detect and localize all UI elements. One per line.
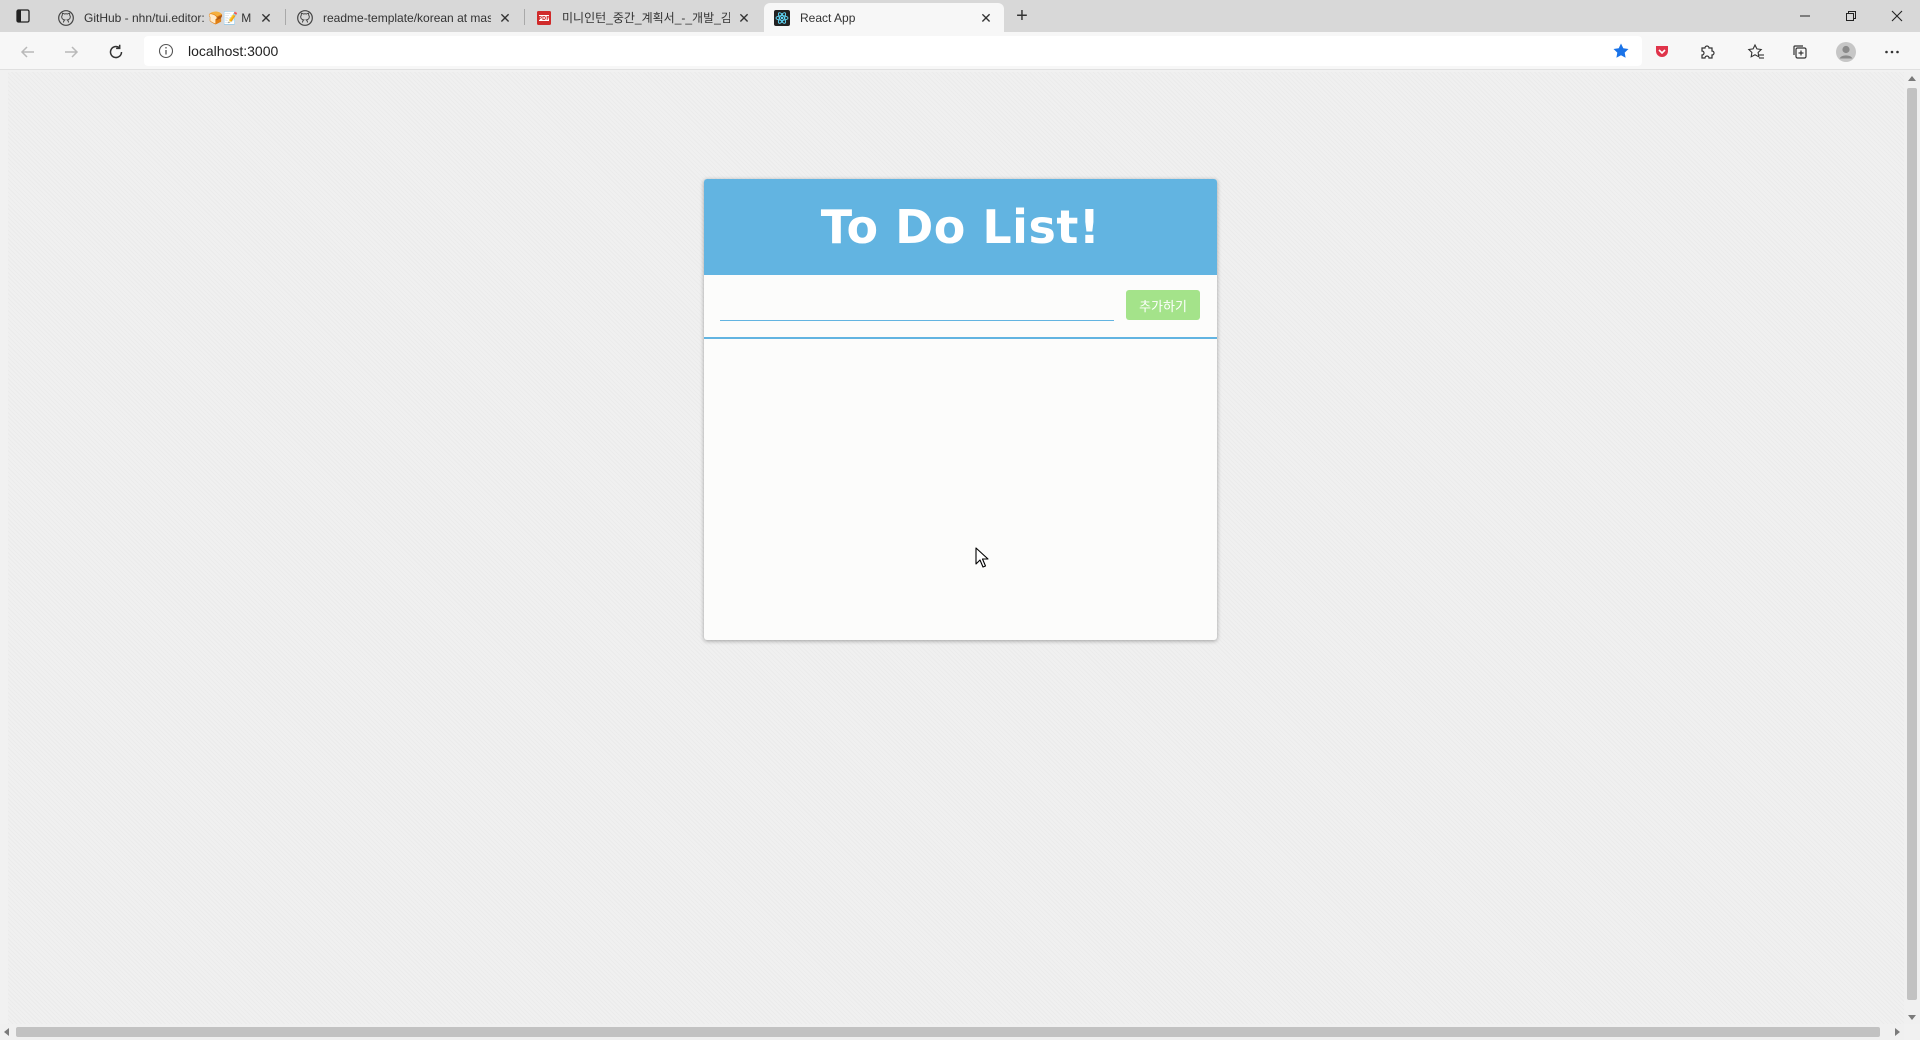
favorites-icon[interactable]: [1745, 41, 1767, 63]
restore-icon[interactable]: [1828, 0, 1874, 32]
pocket-extension-icon[interactable]: [1651, 41, 1673, 63]
close-tab-icon[interactable]: ✕: [497, 10, 513, 26]
new-tab-icon[interactable]: +: [1011, 5, 1033, 27]
minimize-icon[interactable]: [1782, 0, 1828, 32]
close-tab-icon[interactable]: ✕: [736, 10, 752, 26]
horizontal-scrollbar[interactable]: [0, 1024, 1904, 1040]
scroll-down-arrow-icon[interactable]: [1908, 1015, 1916, 1020]
tab-strip: GitHub - nhn/tui.editor: 🍞📝 M ✕ readme-t…: [0, 0, 1920, 32]
todo-form: 추가하기: [704, 275, 1217, 339]
tab-separator: [524, 9, 525, 25]
todo-card: To Do List! 추가하기: [704, 179, 1217, 640]
todo-input[interactable]: [720, 291, 1114, 321]
profile-avatar-icon[interactable]: [1835, 41, 1857, 63]
pdf-icon: PDF: [536, 10, 552, 26]
scroll-up-arrow-icon[interactable]: [1908, 76, 1916, 81]
back-arrow-icon[interactable]: [15, 39, 41, 65]
add-todo-button[interactable]: 추가하기: [1126, 290, 1200, 320]
tab-readme-template[interactable]: readme-template/korean at mas ✕: [287, 3, 523, 32]
mouse-pointer-icon: [975, 547, 989, 569]
browser-toolbar: localhost:3000: [0, 32, 1920, 70]
close-tab-icon[interactable]: ✕: [978, 10, 994, 26]
tab-actions-icon[interactable]: [12, 6, 34, 26]
address-url: localhost:3000: [188, 43, 279, 59]
close-window-icon[interactable]: [1874, 0, 1920, 32]
tab-react-app[interactable]: React App ✕: [764, 3, 1004, 32]
tab-title: readme-template/korean at mas: [323, 10, 491, 25]
site-info-icon[interactable]: [158, 43, 174, 59]
bookmark-star-icon[interactable]: [1612, 42, 1630, 60]
vertical-scrollbar[interactable]: [1904, 72, 1920, 1024]
tab-title: 미니인턴_중간_계획서_-_개발_김: [562, 11, 730, 25]
react-icon: [774, 9, 790, 26]
forward-arrow-icon[interactable]: [58, 39, 84, 65]
close-tab-icon[interactable]: ✕: [258, 10, 274, 26]
svg-text:PDF: PDF: [538, 16, 549, 22]
extensions-puzzle-icon[interactable]: [1696, 41, 1718, 63]
todo-list: [704, 341, 1217, 640]
tab-title: GitHub - nhn/tui.editor: 🍞📝 M: [84, 10, 252, 25]
github-icon: [58, 9, 74, 26]
more-menu-icon[interactable]: [1881, 41, 1903, 63]
page-title: To Do List!: [820, 200, 1101, 254]
vertical-scroll-thumb[interactable]: [1907, 88, 1917, 1000]
collections-icon[interactable]: [1789, 41, 1811, 63]
github-icon: [297, 9, 313, 26]
scroll-left-arrow-icon[interactable]: [4, 1028, 9, 1036]
reload-icon[interactable]: [103, 39, 129, 65]
tab-separator: [285, 9, 286, 25]
scroll-right-arrow-icon[interactable]: [1895, 1028, 1900, 1036]
tab-title: React App: [800, 10, 856, 25]
address-bar[interactable]: localhost:3000: [144, 36, 1642, 66]
horizontal-scroll-thumb[interactable]: [16, 1027, 1880, 1037]
todo-header: To Do List!: [704, 179, 1217, 275]
tab-mini-intern-plan[interactable]: PDF 미니인턴_중간_계획서_-_개발_김 ✕: [526, 3, 762, 32]
tab-github-tui-editor[interactable]: GitHub - nhn/tui.editor: 🍞📝 M ✕: [48, 3, 284, 32]
